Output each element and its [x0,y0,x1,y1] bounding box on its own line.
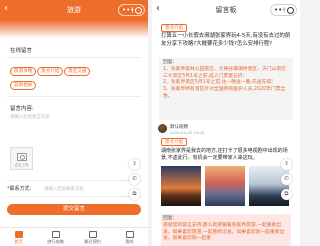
avatar [158,124,167,133]
divider [7,96,141,97]
photo-thumbnail[interactable] [249,166,289,206]
category-tag: 景点介绍 [161,24,187,32]
tab-label: 最近预约 [84,239,101,244]
share-icon[interactable]: ⇪ [129,159,140,170]
home-icon [14,231,23,238]
tab-recent-booking[interactable]: 最近预约 [74,228,111,246]
content-textarea[interactable]: 请输入您的留言内容 [10,114,50,120]
camera-icon [17,153,27,161]
reply-item: 感谢您的留言支持,那么就要跟着张家界旅游,一起重新出发。如果喜欢旅游,一起重新出… [163,222,285,242]
tab-travel-guide[interactable]: 旅行攻略 [37,228,74,246]
contact-label: *联系方式: [7,185,31,192]
reply-label: 回复: [163,60,175,65]
chip-travel-guide[interactable]: 旅游攻略 [10,67,37,76]
tab-label: 旅行攻略 [47,239,64,244]
content-label: 留言内容: [10,104,34,112]
phone-icon[interactable]: ✆ [129,174,140,185]
nav-bar: ‹ 留言板 ••• [152,0,300,20]
message-board-screen: ‹ 留言板 ••• 景点介绍 打算五一小长假去濒湖张家界玩4-5天,有没有去过的… [152,0,300,246]
contact-input[interactable]: 请输入您的联系方式 [44,186,84,192]
mini-program-capsule[interactable]: ••• [118,4,145,16]
contact-label-text: 联系方式: [9,186,32,192]
calendar-icon [88,231,97,238]
section-label: 在线留言 [10,48,33,54]
reply-item: 3、张家界所有景区针对全国所有医护人员,2020年门票全免。 [163,87,286,99]
phone-icon[interactable]: ✆ [281,174,292,185]
tab-mine[interactable]: 我的 [111,228,148,246]
close-target-icon[interactable] [287,7,294,14]
header-gradient [0,20,148,38]
capsule-divider [132,7,133,13]
message-text: 湖南张家界是我去的地方,还打卡了很多电视剧中出现的场景,不虚此行。有机会一定要带… [161,148,288,161]
chip-scenic-intro[interactable]: 景点介绍 [37,67,64,76]
close-target-icon[interactable] [135,7,142,14]
submit-button[interactable]: 提交留言 [7,204,141,215]
divider [7,196,141,197]
share-icon[interactable]: ⇪ [281,159,292,170]
chip-scenic-transport[interactable]: 景区交通 [64,67,91,76]
user-icon [125,231,134,238]
mini-program-capsule[interactable]: ••• [270,4,297,16]
post-date: 2020-04-20 15:00 [170,130,205,135]
tab-label: 我的 [125,239,134,244]
photo-thumbnail[interactable] [205,166,245,206]
tab-label: 首页 [14,239,23,244]
tab-home[interactable]: 首页 [0,228,37,246]
image-upload-button[interactable]: 点击上传 [10,147,33,170]
message-form-screen: ‹ 旅游 ••• 在线留言 旅游攻略 景点介绍 景区交通 其他相关 留言内容: … [0,0,148,246]
chip-other[interactable]: 其他相关 [10,81,37,90]
copy-icon[interactable]: ⧉ [129,189,140,200]
reply-box: 回复: 1、张家界森林公园景区、大峡谷玻璃桥景区、天门山景区三大景区5月1号之前… [159,58,293,120]
photo-thumbnail[interactable] [161,166,201,206]
content-label-text: 留言内容: [10,106,34,112]
guide-icon [51,231,60,238]
reply-item: 1、张家界森林公园景区、大峡谷玻璃桥景区、天门山景区三大景区5月1号之前,成人门… [163,66,286,79]
category-tag: 景点介绍 [161,138,187,146]
reply-content: 回复: 感谢您的留言支持,那么就要跟着张家界旅游,一起重新出发。如果喜欢旅游,一… [159,214,293,246]
reply-label: 回复: [163,216,175,221]
divider [7,180,141,181]
upload-label: 点击上传 [14,163,29,167]
message-text: 打算五一小长假去濒湖张家界玩4-5天,有没有去过的朋友分享下攻略?大概要花多少钱… [161,33,291,47]
tab-bar: 首页 旅行攻略 最近预约 我的 [0,227,148,246]
copy-icon[interactable]: ⧉ [281,189,292,200]
nav-bar: ‹ 旅游 ••• [0,0,148,20]
divider [7,57,141,58]
capsule-divider [284,7,285,13]
